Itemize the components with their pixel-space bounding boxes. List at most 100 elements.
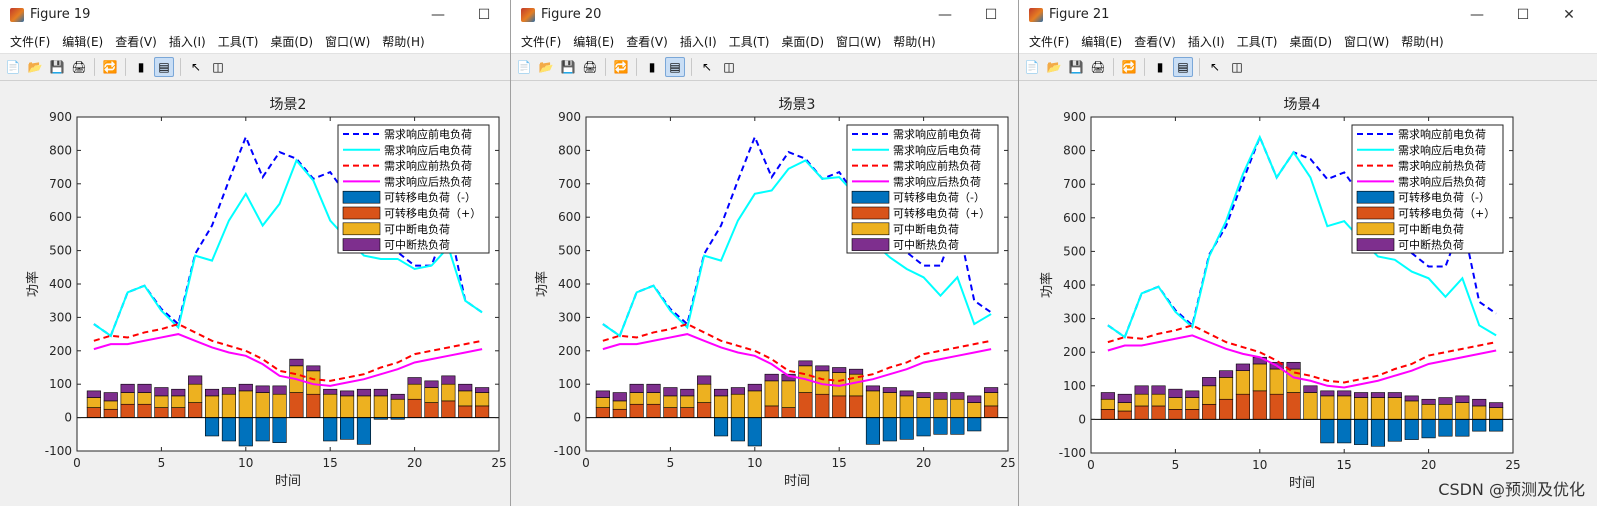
toolbar-separator (180, 58, 181, 76)
menu-desktop[interactable]: 桌面(D) (775, 33, 830, 50)
pointer-icon[interactable]: ↖ (187, 58, 205, 76)
menu-tools[interactable]: 工具(T) (212, 33, 265, 50)
menu-help[interactable]: 帮助(H) (376, 33, 430, 50)
bar-interrupt-elec (1421, 403, 1436, 420)
bar-interrupt-elec (1117, 402, 1132, 412)
minimize-button[interactable]: — (923, 0, 967, 29)
legend-icon[interactable]: ▤ (1173, 57, 1193, 77)
link-plot-icon[interactable]: 🔁 (1120, 58, 1138, 76)
bar-interrupt-elec (458, 390, 473, 407)
menu-file[interactable]: 文件(F) (1023, 33, 1075, 50)
menu-edit[interactable]: 编辑(E) (567, 33, 620, 50)
menu-view[interactable]: 查看(V) (109, 33, 163, 50)
menu-desktop[interactable]: 桌面(D) (1283, 33, 1338, 50)
bar-interrupt-heat (1370, 392, 1386, 398)
menu-view[interactable]: 查看(V) (620, 33, 674, 50)
bar-interrupt-elec (204, 395, 220, 418)
open-icon[interactable]: 📂 (26, 58, 44, 76)
save-icon[interactable]: 💾 (559, 58, 577, 76)
menu-tools[interactable]: 工具(T) (1231, 33, 1284, 50)
legend-swatch-bar (342, 206, 381, 220)
bar-interrupt-elec (747, 390, 762, 418)
menu-insert[interactable]: 插入(I) (674, 33, 723, 50)
legend-label: 可中断电负荷 (1398, 222, 1464, 236)
bar-shift-neg (1421, 419, 1436, 439)
bar-interrupt-elec (781, 380, 796, 408)
save-icon[interactable]: 💾 (48, 58, 66, 76)
bar-shift-pos (1100, 409, 1115, 420)
menu-window[interactable]: 窗口(W) (319, 33, 376, 50)
colorbar-icon[interactable]: ▮ (132, 58, 150, 76)
minimize-button[interactable]: — (1455, 0, 1499, 29)
toolbar: 📄 📂 💾 🖨 🔁 ▮ ▤ ↖ ◫ (0, 54, 512, 81)
legend-label: 可转移电负荷（-） (1398, 190, 1490, 204)
minimize-button[interactable]: — (416, 0, 460, 29)
menu-edit[interactable]: 编辑(E) (56, 33, 109, 50)
maximize-button[interactable]: ☐ (462, 0, 506, 29)
bar-interrupt-elec (663, 395, 678, 408)
toolbar-separator (691, 58, 692, 76)
bar-interrupt-elec (356, 395, 372, 418)
menu-desktop[interactable]: 桌面(D) (264, 33, 319, 50)
menu-window[interactable]: 窗口(W) (1338, 33, 1395, 50)
menu-edit[interactable]: 编辑(E) (1075, 33, 1128, 50)
bar-interrupt-heat (221, 387, 236, 395)
menu-insert[interactable]: 插入(I) (163, 33, 212, 50)
legend-label: 需求响应后电负荷 (893, 143, 981, 157)
bar-interrupt-elec (916, 397, 931, 418)
legend-label: 可中断热负荷 (1398, 238, 1464, 252)
new-figure-icon[interactable]: 📄 (1023, 58, 1041, 76)
maximize-button[interactable]: ☐ (1501, 0, 1545, 29)
new-figure-icon[interactable]: 📄 (4, 58, 22, 76)
link-plot-icon[interactable]: 🔁 (101, 58, 119, 76)
bar-interrupt-elec (646, 392, 661, 405)
maximize-button[interactable]: ☐ (969, 0, 1013, 29)
bar-interrupt-heat (713, 388, 729, 397)
legend-icon[interactable]: ▤ (154, 57, 174, 77)
menu-help[interactable]: 帮助(H) (1395, 33, 1449, 50)
bar-interrupt-heat (424, 380, 439, 388)
bar-shift-neg (255, 417, 270, 442)
colorbar-icon[interactable]: ▮ (1151, 58, 1169, 76)
menu-help[interactable]: 帮助(H) (887, 33, 941, 50)
print-icon[interactable]: 🖨 (581, 58, 599, 76)
open-icon[interactable]: 📂 (537, 58, 555, 76)
property-editor-icon[interactable]: ◫ (720, 58, 738, 76)
legend-icon[interactable]: ▤ (665, 57, 685, 77)
chart-title: 场景2 (270, 97, 307, 113)
print-icon[interactable]: 🖨 (1089, 58, 1107, 76)
open-icon[interactable]: 📂 (1045, 58, 1063, 76)
bar-interrupt-heat (1185, 390, 1200, 398)
bar-interrupt-elec (1337, 395, 1352, 420)
menu-view[interactable]: 查看(V) (1128, 33, 1182, 50)
bar-interrupt-heat (1117, 393, 1132, 403)
link-plot-icon[interactable]: 🔁 (612, 58, 630, 76)
menu-insert[interactable]: 插入(I) (1182, 33, 1231, 50)
menu-file[interactable]: 文件(F) (4, 33, 56, 50)
property-editor-icon[interactable]: ◫ (209, 58, 227, 76)
bar-interrupt-heat (1404, 395, 1419, 402)
bar-shift-neg (1337, 419, 1352, 444)
save-icon[interactable]: 💾 (1067, 58, 1085, 76)
toolbar-separator (125, 58, 126, 76)
bar-interrupt-heat (1455, 395, 1470, 403)
plot-area: 场景3 -100 0 100 200 300 400 500 600 700 800 900 0 5 10 1… (511, 81, 1019, 506)
bar-interrupt-heat (882, 387, 897, 393)
menu-window[interactable]: 窗口(W) (830, 33, 887, 50)
pointer-icon[interactable]: ↖ (698, 58, 716, 76)
menu-tools[interactable]: 工具(T) (723, 33, 776, 50)
pointer-icon[interactable]: ↖ (1206, 58, 1224, 76)
menu-file[interactable]: 文件(F) (515, 33, 567, 50)
colorbar-icon[interactable]: ▮ (643, 58, 661, 76)
new-figure-icon[interactable]: 📄 (515, 58, 533, 76)
y-tick-label: 600 (49, 210, 72, 224)
close-button[interactable]: ✕ (1547, 0, 1591, 29)
y-tick-label: -100 (45, 444, 72, 458)
print-icon[interactable]: 🖨 (70, 58, 88, 76)
bar-interrupt-heat (340, 390, 355, 397)
bar-interrupt-heat (865, 385, 881, 392)
bar-interrupt-heat (1218, 370, 1234, 378)
y-tick-label: 400 (49, 277, 72, 291)
property-editor-icon[interactable]: ◫ (1228, 58, 1246, 76)
bar-interrupt-elec (764, 380, 779, 407)
